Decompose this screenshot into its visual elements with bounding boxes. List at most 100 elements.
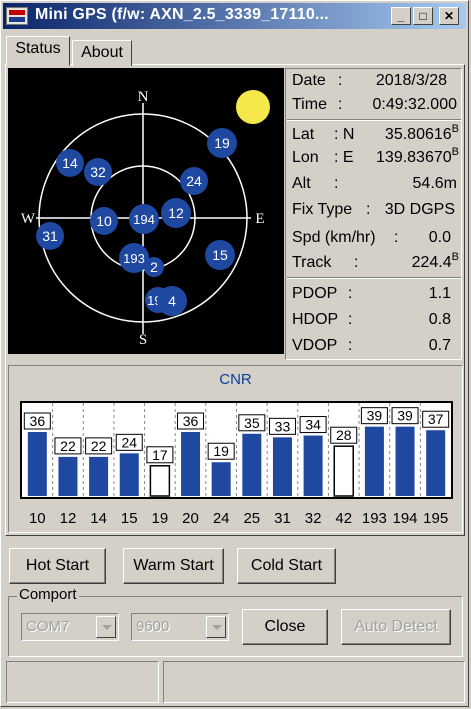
date-value: 2018/3/28	[375, 72, 447, 89]
cnr-prn-label: 20	[182, 510, 199, 527]
cold-start-button[interactable]: Cold Start	[237, 548, 336, 584]
minimize-button[interactable]: _	[391, 7, 411, 25]
date-label: Date	[292, 72, 326, 89]
date-row: Date : 2018/3/28	[292, 72, 447, 89]
cnr-prn-label: 194	[392, 510, 418, 527]
cnr-value-label: 24	[121, 434, 137, 450]
pdop-row: PDOP : 1.1	[292, 285, 451, 302]
tab-status[interactable]: Status	[6, 36, 70, 66]
info-divider	[287, 277, 461, 279]
minimize-icon: _	[397, 9, 405, 23]
lon-flag: B	[451, 146, 459, 158]
close-window-button[interactable]: ✕	[439, 7, 459, 25]
satellite-label: 32	[90, 164, 106, 180]
alt-value: 54.6m	[412, 175, 457, 192]
vdop-row: VDOP : 0.7	[292, 337, 451, 354]
baud-rate-select[interactable]: 9600	[131, 613, 229, 641]
satellite-label: 194	[133, 212, 155, 227]
alt-label: Alt	[292, 175, 311, 192]
cnr-bar-24	[211, 462, 231, 496]
satellite-label: 10	[96, 213, 112, 229]
fix-label: Fix Type	[292, 201, 353, 218]
lon-dir: E	[342, 149, 354, 166]
sky-plot-svg: N S E W 143219241019412311931951542	[21, 89, 270, 348]
cnr-bar-19	[149, 465, 171, 497]
cnr-value-label: 39	[367, 408, 383, 424]
time-value: 0:49:32.000	[372, 96, 457, 113]
satellite-label: 24	[186, 173, 202, 189]
fix-value: 3D DGPS	[384, 201, 455, 218]
info-panel: Date : 2018/3/28 Time : 0:49:32.000 Lat …	[285, 68, 462, 360]
sun-icon	[236, 90, 270, 124]
lon-value: 139.83670	[376, 149, 452, 166]
hot-start-button[interactable]: Hot Start	[9, 548, 106, 584]
cnr-value-label: 35	[244, 415, 260, 431]
hdop-label: HDOP	[292, 311, 339, 328]
hdop-value: 0.8	[428, 311, 451, 328]
cnr-value-label: 33	[275, 418, 291, 434]
cnr-bar-31	[272, 437, 292, 496]
cnr-bar-193	[364, 426, 384, 496]
lat-row: Lat : N 35.80616B	[292, 123, 459, 143]
com-port-select[interactable]: COM7	[21, 613, 119, 641]
compass-s: S	[139, 332, 147, 348]
close-icon: ✕	[443, 9, 455, 23]
track-value: 224.4	[411, 254, 452, 271]
lat-dir: N	[342, 126, 355, 143]
close-button[interactable]: Close	[242, 609, 328, 645]
satellite-label: 2	[150, 259, 158, 275]
satellite-14: 14	[56, 149, 84, 177]
warm-start-button[interactable]: Warm Start	[123, 548, 224, 584]
baud-rate-value: 9600	[136, 618, 170, 635]
chevron-down-icon[interactable]	[96, 616, 116, 638]
cnr-bar-12	[58, 456, 78, 496]
cnr-value-label: 22	[60, 438, 76, 454]
speed-value: 0.0	[428, 229, 451, 246]
title-bar[interactable]: Mini GPS (f/w: AXN_2.5_3339_17110... _ □…	[3, 3, 466, 29]
satellite-10: 10	[90, 207, 118, 235]
app-icon[interactable]	[6, 7, 28, 25]
track-row: Track : 224.4B	[292, 251, 459, 271]
time-row: Time : 0:49:32.000	[292, 96, 457, 113]
status-bar-pane-2	[163, 661, 465, 703]
comport-title: Comport	[17, 586, 79, 603]
lat-value: 35.80616	[384, 126, 452, 143]
cnr-prn-label: 19	[151, 510, 169, 527]
satellite-label: 12	[168, 205, 184, 221]
satellite-2: 2	[144, 257, 164, 277]
status-bar-pane-1	[6, 661, 159, 703]
cnr-prn-label: 14	[90, 510, 107, 527]
tab-about[interactable]: About	[72, 40, 132, 66]
time-label: Time	[292, 96, 327, 113]
cnr-prn-label: 32	[304, 510, 322, 527]
satellite-label: 15	[212, 247, 228, 263]
cnr-value-label: 17	[152, 447, 168, 463]
cnr-bar-20	[181, 432, 201, 496]
cnr-prn-label: 10	[28, 510, 46, 527]
cnr-value-label: 28	[336, 427, 352, 443]
satellite-194: 194	[129, 204, 159, 234]
satellite-24: 24	[180, 167, 208, 195]
window-title: Mini GPS (f/w: AXN_2.5_3339_17110...	[35, 6, 329, 23]
chevron-down-icon[interactable]	[206, 616, 226, 638]
cnr-value-label: 39	[397, 408, 413, 424]
cnr-value-label: 19	[213, 443, 229, 459]
info-divider	[287, 119, 461, 121]
auto-detect-button[interactable]: Auto Detect	[341, 609, 451, 645]
cnr-value-label: 36	[183, 413, 199, 429]
pdop-label: PDOP	[292, 285, 338, 302]
satellite-label: 31	[42, 228, 58, 244]
cnr-prn-label: 12	[59, 510, 77, 527]
maximize-button[interactable]: □	[413, 7, 433, 25]
cnr-bar-10	[27, 432, 47, 496]
cnr-value-label: 22	[91, 438, 107, 454]
cnr-prn-label: 15	[120, 510, 138, 527]
cnr-prn-label: 195	[423, 510, 449, 527]
satellite-label: 193	[123, 251, 145, 266]
lat-label: Lat	[292, 126, 315, 143]
cnr-prn-label: 31	[274, 510, 291, 527]
speed-label: Spd (km/hr)	[292, 229, 376, 246]
cnr-value-label: 34	[305, 417, 321, 433]
vdop-label: VDOP	[292, 337, 338, 354]
satellite-12: 12	[161, 198, 191, 228]
